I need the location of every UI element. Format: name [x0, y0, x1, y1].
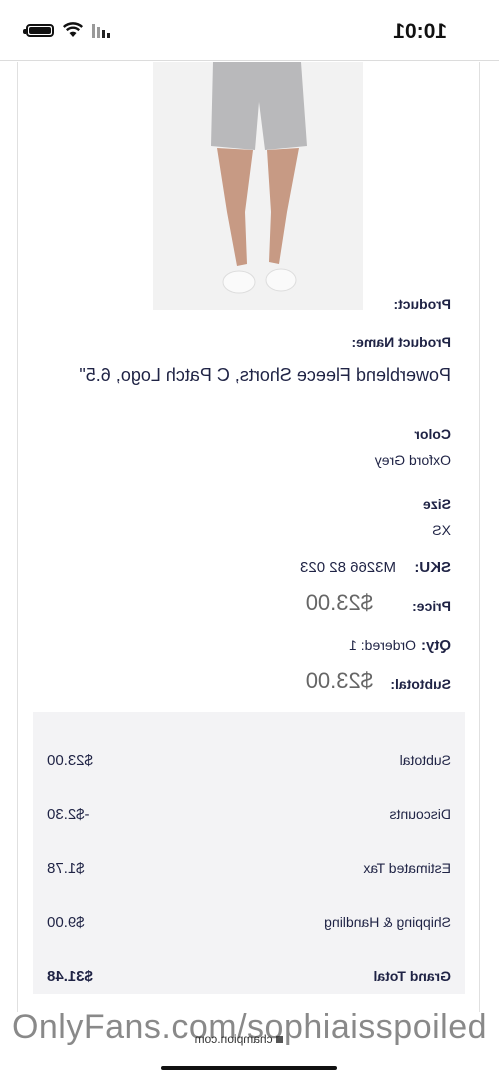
sku-label: SKU:	[414, 559, 451, 576]
product-name-label: Product Name:	[351, 334, 451, 350]
summary-label: Shipping & Handling	[324, 914, 451, 930]
price-label: Price:	[412, 598, 451, 614]
summary-row-shipping: Shipping & Handling $9.00	[33, 886, 465, 940]
status-bar: 10:01	[0, 0, 499, 62]
home-indicator[interactable]	[161, 1066, 337, 1070]
item-subtotal-value: $23.00	[305, 668, 373, 693]
summary-label: Subtotal	[399, 752, 451, 768]
summary-value: $23.00	[47, 752, 93, 769]
summary-label: Grand Total	[373, 968, 451, 984]
sku-value: M3266 82 023	[300, 559, 396, 576]
qty-value: Ordered: 1	[349, 637, 416, 653]
summary-row-subtotal: Subtotal $23.00	[33, 724, 465, 778]
status-icons	[26, 22, 110, 38]
wifi-icon	[62, 22, 84, 37]
summary-label: Discounts	[389, 806, 451, 822]
summary-row-grand-total: Grand Total $31.48	[33, 940, 465, 994]
signal-icon	[92, 22, 110, 38]
product-label: Product:	[393, 296, 451, 312]
status-time: 10:01	[393, 20, 447, 43]
product-image[interactable]	[153, 62, 363, 310]
item-subtotal-label: Subtotal:	[390, 676, 451, 692]
size-label: Size	[422, 496, 451, 512]
status-divider	[0, 60, 499, 61]
product-name[interactable]: Powerblend Fleece Shorts, C Patch Logo, …	[51, 360, 451, 390]
price-value: $23.00	[305, 590, 373, 615]
summary-row-discounts: Discounts -$2.30	[33, 778, 465, 832]
summary-label: Estimated Tax	[363, 860, 451, 876]
summary-value: $31.48	[47, 968, 93, 985]
size-value: XS	[432, 522, 451, 538]
order-summary: Subtotal $23.00 Discounts -$2.30 Estimat…	[33, 712, 465, 994]
battery-icon	[26, 23, 54, 37]
summary-value: $9.00	[47, 914, 85, 931]
color-label: Color	[414, 426, 451, 442]
summary-value: -$2.30	[47, 806, 90, 823]
watermark-text: OnlyFans.com/sophiaisspoiled	[11, 1008, 488, 1046]
summary-row-tax: Estimated Tax $1.78	[33, 832, 465, 886]
qty-label: Qty:	[421, 637, 451, 654]
color-value: Oxford Grey	[374, 452, 451, 468]
summary-value: $1.78	[47, 860, 85, 877]
mirrored-screen: 10:01 Product: Product Name: Powerblend …	[0, 0, 499, 1080]
